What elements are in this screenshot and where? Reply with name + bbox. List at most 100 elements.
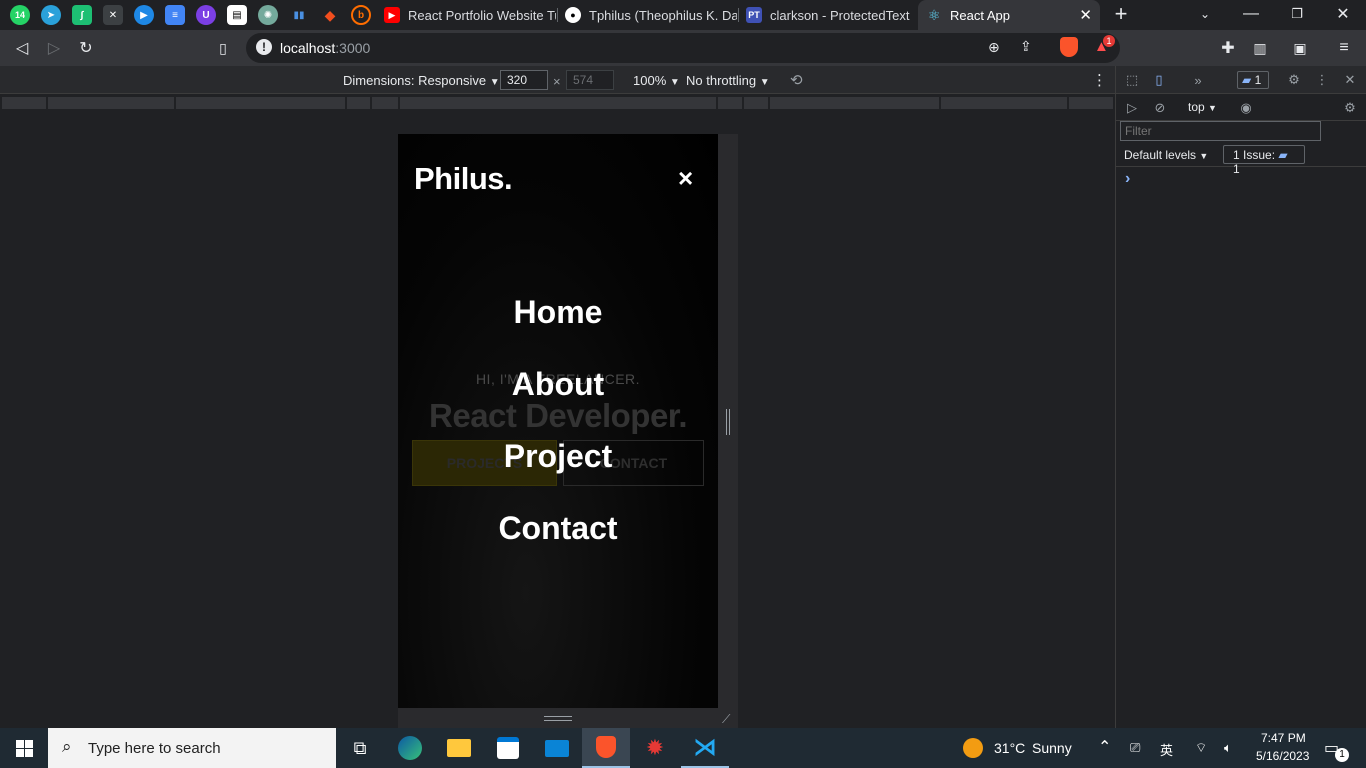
pinned-tab-play[interactable]: ▶	[134, 5, 154, 25]
media-query-segment[interactable]	[400, 97, 716, 109]
extensions-icon[interactable]: ✚	[1218, 38, 1238, 58]
url-text[interactable]: localhost:3000	[280, 40, 370, 56]
meet-icon[interactable]: ⎚	[1130, 740, 1140, 756]
inspect-element-icon[interactable]: ⬚	[1124, 72, 1140, 88]
sidebar-toggle-icon[interactable]: ▷	[1124, 100, 1140, 116]
media-query-segment[interactable]	[744, 97, 768, 109]
nav-link-contact[interactable]: Contact	[398, 510, 718, 547]
volume-icon[interactable]: 🔈︎	[1224, 740, 1232, 756]
pinned-tab-docs[interactable]: ≡	[165, 5, 185, 25]
back-icon[interactable]: ◁	[12, 38, 32, 58]
pinned-tab-figma[interactable]: ◆	[320, 5, 340, 25]
clock-time[interactable]: 7:47 PM	[1261, 731, 1306, 745]
weather-desc[interactable]: Sunny	[1032, 740, 1072, 756]
context-select[interactable]: top ▼	[1188, 100, 1217, 114]
new-tab-icon[interactable]: +	[1111, 1, 1131, 26]
clock-date[interactable]: 5/16/2023	[1256, 749, 1309, 763]
console-filter-input[interactable]	[1120, 121, 1321, 141]
pinned-tab-telegram[interactable]: ➤	[41, 5, 61, 25]
device-toolbar: Dimensions: Responsive ▼ × 100% ▼ No thr…	[0, 66, 1115, 94]
resize-corner-icon[interactable]: ⟋	[722, 712, 730, 727]
issue-counter-button[interactable]: 1 Issue: ▰ 1	[1223, 145, 1305, 176]
forward-icon[interactable]: ▷	[44, 38, 64, 58]
tab-youtube[interactable]: ▶ React Portfolio Website Tut	[376, 0, 556, 30]
log-levels-select[interactable]: Default levels ▼	[1124, 148, 1208, 162]
nav-link-project[interactable]: Project	[398, 438, 718, 475]
mail-app[interactable]	[533, 728, 581, 768]
reload-icon[interactable]: ↻	[76, 38, 96, 58]
tab-protectedtext[interactable]: PT clarkson - ProtectedText	[738, 0, 918, 30]
sidebar-icon[interactable]: ▥	[1250, 38, 1270, 58]
media-query-segment[interactable]	[770, 97, 939, 109]
ime-icon[interactable]: 英	[1160, 740, 1173, 759]
dimensions-select[interactable]: Dimensions: Responsive ▼	[343, 73, 500, 88]
address-bar[interactable]: ! localhost:3000 ⊕ ⇪ ▲ 1	[246, 33, 1120, 63]
grip-vertical-icon[interactable]	[726, 409, 730, 435]
throttling-select[interactable]: No throttling ▼	[686, 73, 770, 88]
weather-temp[interactable]: 31°C	[994, 740, 1025, 756]
close-devtools-icon[interactable]: ✕	[1342, 72, 1358, 88]
zoom-select[interactable]: 100% ▼	[633, 73, 680, 88]
close-window-icon[interactable]: ✕	[1333, 4, 1353, 24]
media-query-segment[interactable]	[176, 97, 345, 109]
more-options-icon[interactable]: ⋮	[1092, 71, 1107, 89]
console-prompt[interactable]: ›	[1125, 170, 1130, 188]
width-input[interactable]	[500, 70, 548, 90]
media-query-segment[interactable]	[347, 97, 370, 109]
rotate-icon[interactable]: ⟲	[790, 71, 803, 89]
info-icon[interactable]: !	[256, 39, 272, 55]
console-settings-icon[interactable]: ⚙	[1342, 100, 1358, 116]
start-button[interactable]	[0, 728, 48, 768]
media-query-segment[interactable]	[718, 97, 742, 109]
app-red[interactable]: ✹	[631, 728, 679, 768]
tab-search-icon[interactable]: ⌄	[1195, 4, 1215, 24]
bookmark-icon[interactable]: ▯	[213, 38, 233, 58]
edge-app[interactable]	[386, 728, 434, 768]
menu-icon[interactable]: ≡	[1334, 38, 1354, 58]
store-app[interactable]	[484, 728, 532, 768]
grip-horizontal-icon[interactable]	[544, 716, 572, 721]
more-tabs-icon[interactable]: »	[1190, 72, 1206, 88]
vscode-app[interactable]: ⋊	[681, 728, 729, 768]
media-query-segment[interactable]	[1069, 97, 1113, 109]
close-tab-icon[interactable]: ✕	[1079, 6, 1092, 24]
media-query-segment[interactable]	[372, 97, 398, 109]
wallet-icon[interactable]: ▣	[1290, 38, 1310, 58]
pinned-tab-app[interactable]: ∫	[72, 5, 92, 25]
media-query-segment[interactable]	[941, 97, 1067, 109]
pinned-tab-chatgpt[interactable]: ✺	[258, 5, 278, 25]
zoom-icon[interactable]: ⊕	[988, 39, 1000, 56]
devtools-menu-icon[interactable]: ⋮	[1314, 72, 1330, 88]
taskbar-search[interactable]: ⌕ Type here to search	[48, 728, 336, 768]
share-icon[interactable]: ⇪	[1020, 38, 1032, 55]
media-query-segment[interactable]	[48, 97, 174, 109]
pinned-tab-chart[interactable]: ▮▮	[289, 5, 309, 25]
brave-app[interactable]	[582, 728, 630, 768]
issues-button[interactable]: ▰ 1	[1237, 71, 1269, 89]
settings-icon[interactable]: ⚙	[1286, 72, 1302, 88]
weather-icon[interactable]	[963, 738, 983, 758]
pinned-tab-tool[interactable]: ✕	[103, 5, 123, 25]
minimize-icon[interactable]: —	[1241, 4, 1261, 24]
clear-console-icon[interactable]: ⊘	[1152, 100, 1168, 116]
pinned-tab-whatsapp[interactable]: 14	[10, 5, 30, 25]
close-menu-icon[interactable]: ×	[678, 163, 693, 194]
nav-link-about[interactable]: About	[398, 366, 718, 403]
nav-link-home[interactable]: Home	[398, 294, 718, 331]
tab-github[interactable]: ● Tphilus (Theophilus K. Dadz	[557, 0, 737, 30]
tab-react-app[interactable]: ⚛ React App ✕	[918, 0, 1100, 30]
task-view-button[interactable]: ⧉	[336, 728, 384, 768]
pinned-tab-app2[interactable]: U	[196, 5, 216, 25]
live-expression-icon[interactable]: ◉	[1238, 100, 1254, 116]
site-logo[interactable]: Philus.	[414, 161, 513, 197]
brave-shield-icon[interactable]	[1060, 37, 1078, 57]
pinned-tab-b[interactable]: b	[351, 5, 371, 25]
media-query-segment[interactable]	[2, 97, 46, 109]
wifi-icon[interactable]: ⌔	[1195, 740, 1207, 756]
device-toggle-icon[interactable]: ▯	[1151, 72, 1167, 88]
restore-icon[interactable]: ❐	[1287, 4, 1307, 24]
height-input[interactable]	[566, 70, 614, 90]
file-explorer-app[interactable]	[435, 728, 483, 768]
pinned-tab-news[interactable]: ▤	[227, 5, 247, 25]
tray-chevron-icon[interactable]: ⌃	[1098, 737, 1111, 757]
